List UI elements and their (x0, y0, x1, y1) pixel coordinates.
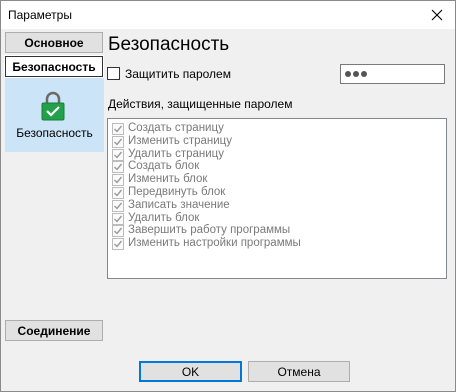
action-label: Изменить страницу (128, 134, 232, 147)
action-label: Создать страницу (128, 122, 224, 134)
password-mask-dot (345, 71, 351, 77)
action-label: Завершить работу программы (128, 224, 291, 237)
security-panel[interactable]: Безопасность (5, 78, 104, 152)
password-input[interactable] (340, 64, 445, 84)
settings-dialog: Параметры Основное Безопасность Безопасн… (0, 0, 456, 392)
nav-main-button[interactable]: Основное (5, 32, 103, 53)
check-icon (114, 240, 123, 248)
nav-security-button[interactable]: Безопасность (4, 55, 104, 78)
cancel-button[interactable]: Отмена (248, 361, 350, 382)
section-title: Безопасность (108, 34, 230, 55)
check-icon (114, 125, 123, 133)
action-checkbox[interactable] (112, 135, 124, 148)
window-title: Параметры (8, 8, 72, 22)
password-mask-dot (361, 71, 367, 77)
action-checkbox[interactable] (112, 225, 124, 238)
action-checkbox[interactable] (112, 123, 124, 135)
nav-main-label: Основное (24, 35, 84, 50)
protected-actions-list[interactable]: Создать страницу Изменить страницу Удалить… (107, 118, 447, 279)
action-checkbox[interactable] (112, 238, 124, 251)
security-panel-label: Безопасность (16, 126, 93, 140)
protected-actions-label: Действия, защищенные паролем (108, 97, 293, 111)
action-label: Создать блок (128, 160, 200, 173)
protect-password-checkbox[interactable] (107, 67, 120, 80)
action-checkbox[interactable] (112, 212, 124, 225)
action-label: Записать значение (128, 198, 230, 211)
title-bar: Параметры (1, 1, 455, 29)
password-mask-dot (353, 71, 359, 77)
nav-security-label: Безопасность (12, 59, 96, 74)
check-icon (114, 138, 123, 146)
action-checkbox[interactable] (112, 148, 124, 161)
ok-button[interactable]: OK (139, 361, 242, 382)
check-icon (114, 163, 123, 171)
action-label: Удалить блок (128, 211, 200, 224)
action-checkbox[interactable] (112, 187, 124, 199)
nav-connection-label: Соединение (17, 323, 91, 338)
check-icon (114, 215, 123, 223)
close-icon (431, 9, 443, 21)
action-checkbox[interactable] (112, 199, 124, 212)
cancel-label: Отмена (277, 364, 321, 379)
action-label: Удалить страницу (128, 147, 225, 160)
check-icon (114, 189, 123, 197)
ok-label: OK (181, 364, 200, 379)
check-icon (114, 202, 123, 210)
action-checkbox[interactable] (112, 174, 124, 187)
action-label: Изменить настройки программы (128, 237, 301, 250)
close-button[interactable] (419, 1, 455, 29)
check-icon (114, 227, 123, 235)
lock-icon (41, 91, 65, 121)
action-label: Передвинуть блок (128, 186, 226, 198)
check-icon (114, 151, 123, 159)
action-checkbox[interactable] (112, 161, 124, 174)
action-label: Изменить блок (128, 173, 208, 186)
nav-connection-button[interactable]: Соединение (5, 320, 103, 341)
protect-password-label[interactable]: Защитить паролем (125, 67, 231, 81)
check-icon (114, 176, 123, 184)
